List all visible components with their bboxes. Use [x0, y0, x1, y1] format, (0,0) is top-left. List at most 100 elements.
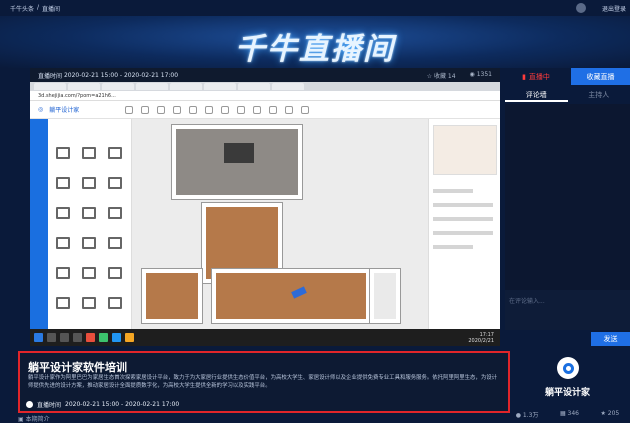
video-player[interactable]: 直播时间 2020-02-21 15:00 - 2020-02-21 17:00… [30, 68, 500, 346]
property-row [433, 203, 493, 207]
app-toolbar: ◎ 躺平设计家 [30, 101, 500, 119]
floorplan-room [142, 269, 202, 323]
tool-icon [189, 105, 198, 114]
tab-comments[interactable]: 评论墙 [505, 88, 568, 102]
tool-icon [157, 105, 166, 114]
grid-icon: ▦ [559, 410, 566, 417]
followers-icon: ● [515, 412, 521, 419]
app-logo-icon: ◎ [38, 106, 44, 113]
floorplan-room [370, 269, 400, 323]
breadcrumb-separator: / [37, 3, 40, 11]
stat-followers: ● 1.3万 [516, 410, 539, 419]
session-time-range: 2020-02-21 15:00 - 2020-02-21 17:00 [65, 401, 180, 408]
browser-tab [272, 83, 304, 90]
browser-tab [102, 83, 134, 90]
clock-date: 2020/2/21 [468, 337, 494, 344]
bed-furniture [224, 143, 254, 163]
catalog-item [56, 177, 70, 189]
app-name: 躺平设计家 [49, 107, 80, 114]
comment-input[interactable]: 在评论输入... [505, 290, 630, 330]
breadcrumb-home[interactable]: 千牛头条 [10, 4, 34, 13]
live-sidebar: ▮ 直播中 收藏直播 评论墙 主持人 在评论输入... 发送 躺平设计家 ● 1… [505, 68, 630, 423]
player-header: 直播时间 2020-02-21 15:00 - 2020-02-21 17:00… [30, 68, 500, 82]
catalog-item [108, 297, 122, 309]
section-heading: ▣ 本期简介 [18, 414, 50, 423]
component-catalog [48, 119, 132, 329]
viewer-icon: ◉ [469, 70, 475, 78]
property-row [433, 245, 473, 249]
section-heading-label: 本期简介 [25, 416, 50, 423]
hero-banner: 千牛直播间 [0, 16, 630, 68]
room-preview [433, 125, 497, 175]
bars-icon: ▮ [522, 72, 526, 81]
viewer-count: 1351 [476, 70, 492, 78]
breadcrumb: 千牛头条 / 直播间 [10, 4, 60, 13]
anchor-logo-icon [562, 362, 574, 374]
send-button[interactable]: 发送 [591, 332, 630, 346]
catalog-item [108, 177, 122, 189]
hero-title: 千牛直播间 [235, 32, 395, 67]
floorplan-room [212, 269, 370, 323]
session-title: 躺平设计家软件培训 [28, 361, 127, 374]
os-taskbar: 17:17 2020/2/21 [30, 329, 500, 346]
property-row [433, 231, 493, 235]
catalog-item [108, 267, 122, 279]
taskbar-app-icon [112, 333, 121, 342]
stat-likes: ★ 205 [600, 410, 619, 419]
taskbar-app-icon [86, 333, 95, 342]
user-avatar[interactable] [576, 3, 586, 13]
catalog-item [82, 147, 96, 159]
catalog-item [82, 297, 96, 309]
tab-host[interactable]: 主持人 [568, 88, 630, 102]
browser-tab [34, 83, 66, 90]
tool-icon [141, 105, 150, 114]
catalog-item [56, 147, 70, 159]
tool-icon [253, 105, 262, 114]
address-bar: 3d.shejijia.com/?pom=a21h6... [30, 91, 500, 101]
session-description: 躺平设计家作为阿里巴巴为家居生态首次探索家居设计平台，致力于为大家居行业提供生态… [28, 375, 497, 389]
live-time-range: 2020-02-21 15:00 - 2020-02-21 17:00 [63, 71, 179, 79]
browser-tab [238, 83, 270, 90]
top-bar: 千牛头条 / 直播间 退出登录 [0, 0, 630, 16]
favorite-control[interactable]: ☆ 收藏 14 [427, 71, 456, 80]
browser-tab [136, 83, 168, 90]
tool-icon [237, 105, 246, 114]
catalog-item [56, 237, 70, 249]
taskbar-app-icon [99, 333, 108, 342]
browser-tabs [30, 82, 500, 91]
anchor-name: 躺平设计家 [544, 388, 590, 398]
session-time-label: 直播时间 [37, 402, 62, 409]
catalog-item [82, 267, 96, 279]
property-panel [428, 119, 500, 329]
sidebar-tabs: 评论墙 主持人 [505, 88, 630, 102]
live-time-label: 直播时间 [38, 72, 63, 80]
live-status: ▮ 直播中 [505, 68, 567, 85]
catalog-item [56, 267, 70, 279]
catalog-item [56, 207, 70, 219]
favorite-live-button[interactable]: 收藏直播 [571, 68, 630, 85]
taskbar-app-icon [125, 333, 134, 342]
tool-icon [221, 105, 230, 114]
session-time: 直播时间 2020-02-21 15:00 - 2020-02-21 17:00 [26, 400, 179, 409]
taskbar-clock: 17:17 2020/2/21 [468, 332, 494, 344]
clock-icon [26, 401, 33, 408]
anchor-stats: ● 1.3万 ▦ 346 ★ 205 [505, 410, 630, 419]
tool-icon [285, 105, 294, 114]
tool-icon [173, 105, 182, 114]
stat-videos: ▦ 346 [560, 410, 579, 419]
app-tools [125, 105, 310, 114]
star-icon: ☆ [426, 72, 433, 80]
tool-icon [205, 105, 214, 114]
catalog-item [82, 237, 96, 249]
property-row [433, 189, 473, 193]
intro-icon: ▣ [18, 416, 24, 423]
favorite-count: 14 [447, 72, 456, 80]
favorite-label: 收藏 [433, 72, 446, 80]
logout-link[interactable]: 退出登录 [602, 4, 626, 13]
live-status-label: 直播中 [528, 72, 550, 81]
catalog-item [108, 207, 122, 219]
stat-likes-value: 205 [607, 410, 620, 417]
property-row [433, 217, 493, 221]
taskbar-app-icon [60, 333, 69, 342]
anchor-avatar[interactable] [557, 357, 579, 379]
